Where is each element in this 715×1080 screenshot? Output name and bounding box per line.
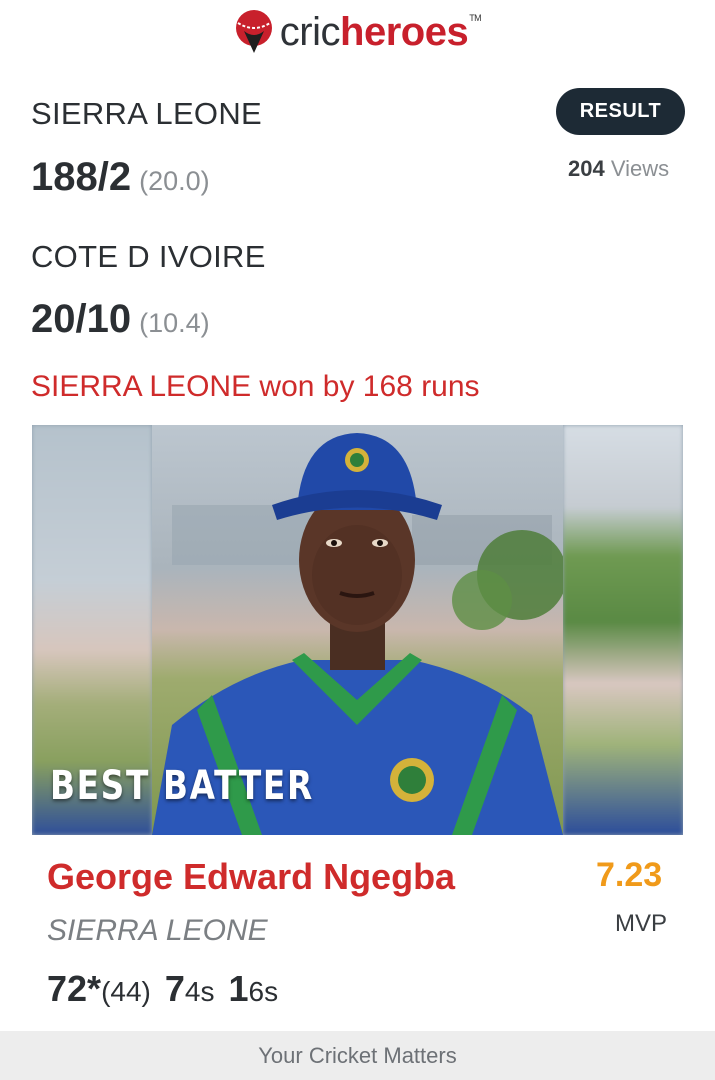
result-button[interactable]: RESULT [556, 88, 685, 135]
brand-wordmark: cricheroesTM [279, 10, 482, 54]
batting-stats: 72*(44) 74s 16s [47, 968, 278, 1010]
cricket-ball-logo-icon [235, 10, 272, 53]
balls-faced: (44) [101, 976, 151, 1007]
team2-name: COTE D IVOIRE [31, 239, 266, 274]
sixes-count: 1 [228, 968, 249, 1009]
mvp-label: MVP [615, 910, 668, 937]
runs-scored: 72* [47, 968, 102, 1009]
footer-tagline: Your Cricket Matters [0, 1031, 715, 1080]
photo-blur-right [563, 425, 683, 835]
mvp-value: 7.23 [596, 856, 663, 894]
player-photo: BEST BATTER [32, 425, 683, 835]
player-team: SIERRA LEONE [47, 914, 268, 947]
fours-count: 7 [164, 968, 185, 1009]
match-result-text: SIERRA LEONE won by 168 runs [31, 370, 480, 403]
fours-label: 4s [184, 976, 215, 1007]
views-count: 204 Views [568, 156, 670, 181]
team1-name: SIERRA LEONE [31, 96, 263, 131]
cricheroes-logo: cricheroesTM [0, 6, 715, 58]
team2-score: 20/10 (10.4) [31, 297, 210, 341]
best-batter-badge: BEST BATTER [50, 763, 314, 809]
team1-overs: (20.0) [139, 166, 210, 196]
team1-score: 188/2 (20.0) [31, 155, 210, 199]
player-name[interactable]: George Edward Ngegba [47, 856, 455, 898]
sixes-label: 6s [248, 976, 279, 1007]
team2-overs: (10.4) [139, 308, 210, 338]
